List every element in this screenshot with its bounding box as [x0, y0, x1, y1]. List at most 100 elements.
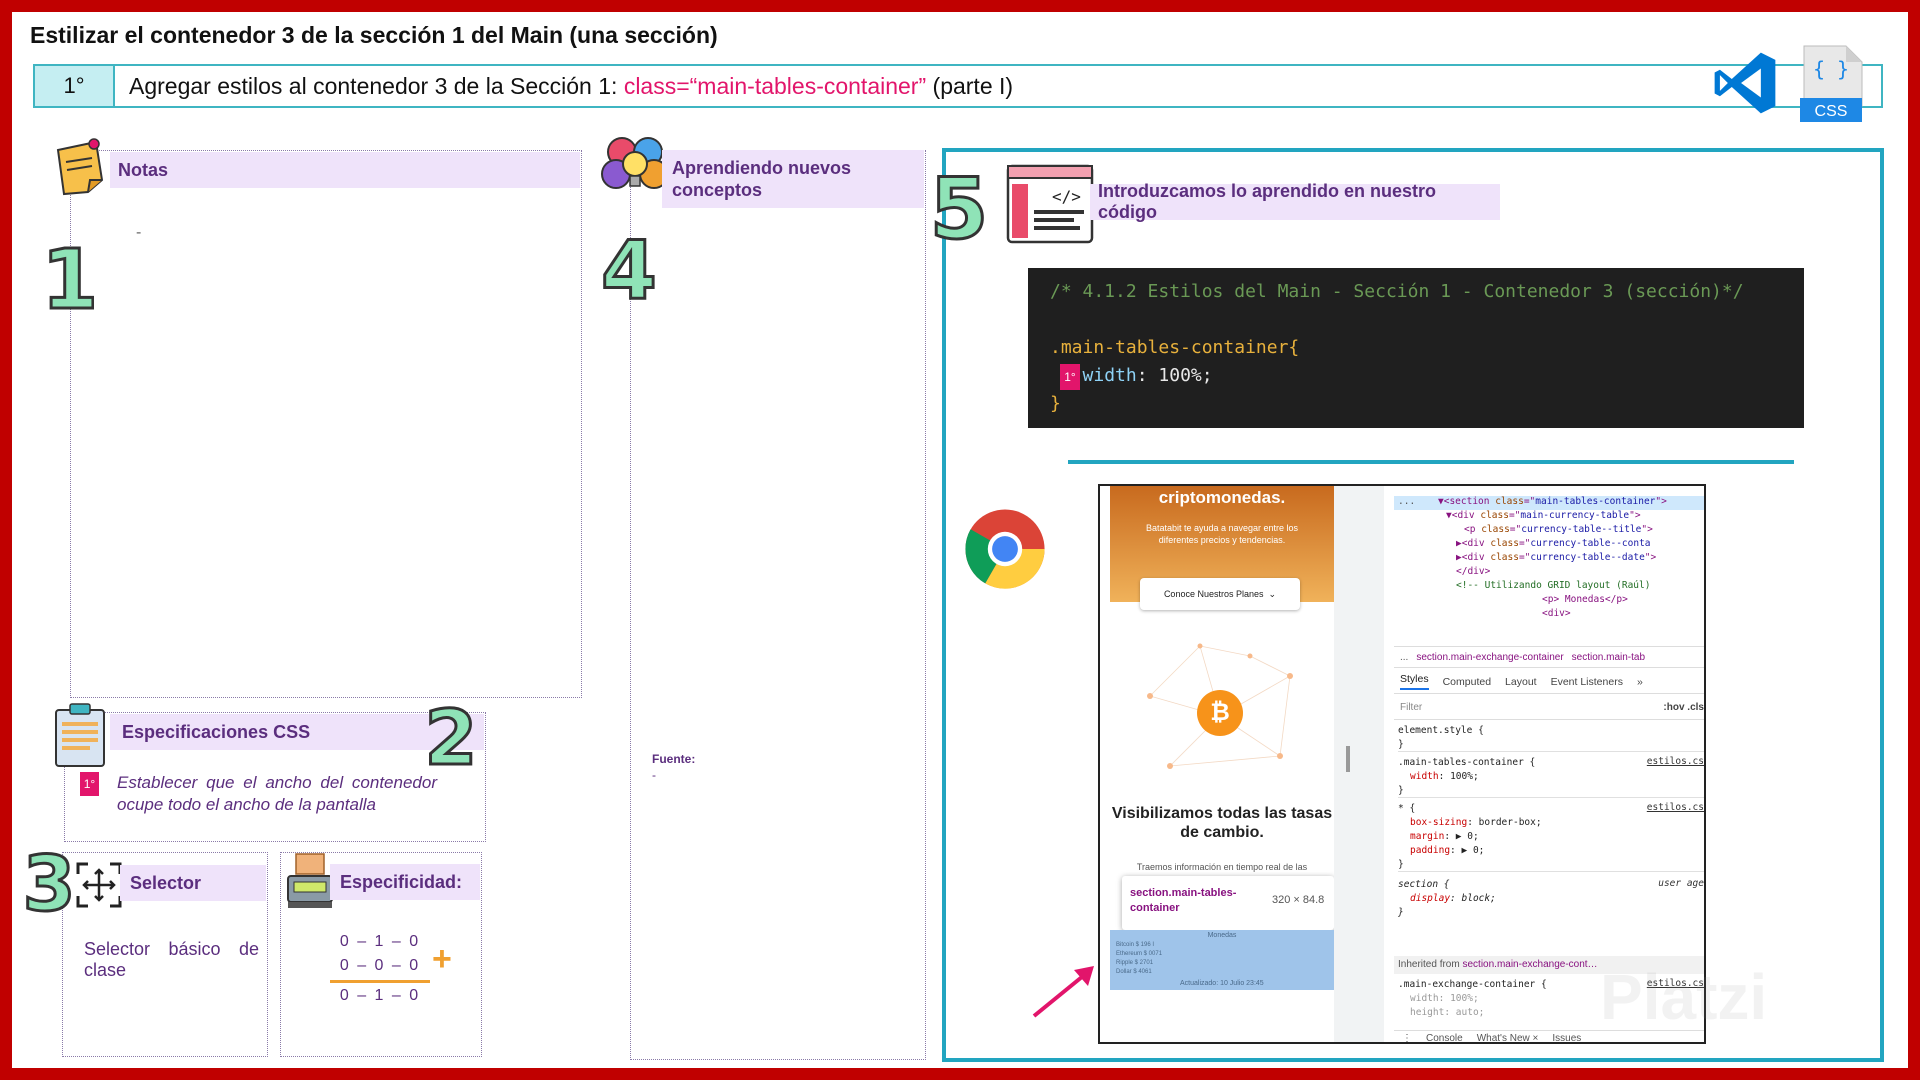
tooltip-size: 320 × 84.8: [1272, 894, 1325, 906]
number-5-badge: 5: [928, 164, 989, 244]
viewport-gutter: [1334, 486, 1384, 1042]
hero-title: criptomonedas.: [1158, 488, 1286, 507]
number-4-badge: 4: [600, 226, 658, 306]
dom-node-p[interactable]: <p class="currency-table--title">: [1464, 524, 1653, 535]
svg-text:3: 3: [24, 842, 74, 916]
devtools-tooltip: section.main-tables-container 320 × 84.8: [1122, 876, 1334, 930]
style-rule: section { user age display: block; }: [1398, 878, 1704, 918]
dom-node-close[interactable]: </div>: [1456, 566, 1490, 577]
dom-node-div[interactable]: ▶<div class="currency-table--date">: [1456, 552, 1656, 563]
code-value: 100%;: [1158, 365, 1213, 386]
dom-node-p-monedas[interactable]: <p> Monedas</p>: [1542, 594, 1628, 605]
svg-text:4: 4: [601, 226, 657, 306]
tab-whats-new[interactable]: What's New ×: [1477, 1033, 1539, 1042]
code-declaration: 1° width: 100%;: [1050, 362, 1782, 390]
exchange-subtitle: Traemos información en tiempo real de la…: [1136, 862, 1308, 872]
breadcrumb-item[interactable]: ...: [1400, 652, 1408, 663]
breadcrumb-item[interactable]: section.main-exchange-container: [1416, 652, 1563, 663]
drawer-menu-icon[interactable]: ⋮: [1402, 1033, 1412, 1042]
code-window-icon: </>: [1006, 164, 1094, 244]
number-2-badge: 2: [423, 698, 479, 770]
currency-table-date: Actualizado: 10 Julio 23:45: [1180, 980, 1264, 987]
plans-button[interactable]: Conoce Nuestros Planes ⌄: [1140, 578, 1300, 610]
number-3-badge: 3: [24, 842, 74, 916]
svg-text:5: 5: [930, 164, 988, 244]
step-number: 1°: [35, 66, 115, 106]
devtools-breadcrumb: ... section.main-exchange-container sect…: [1394, 646, 1704, 668]
tooltip-selector: section.main-tables-container: [1130, 887, 1237, 914]
highlighted-tables-container: Monedas Bitcoin $ 196 I Ethereum $ 0071 …: [1110, 930, 1334, 990]
chrome-logo-icon: [965, 509, 1045, 589]
plus-sign: +: [432, 940, 452, 978]
dom-node-div[interactable]: <div>: [1542, 608, 1571, 619]
tab-issues[interactable]: Issues: [1552, 1033, 1581, 1042]
dom-ellipsis: ...: [1398, 496, 1416, 507]
code-tag-glyph: </>: [1052, 187, 1081, 206]
hero-subtitle: Batatabit te ayuda a navegar entre los d…: [1145, 523, 1299, 545]
slide-title: Estilizar el contenedor 3 de la sección …: [30, 22, 718, 48]
source-value: -: [652, 768, 656, 782]
tab-styles[interactable]: Styles: [1400, 673, 1429, 690]
step-text-suffix: (parte I): [926, 72, 1014, 99]
style-rule: element.style { }: [1398, 724, 1704, 752]
page-preview: criptomonedas. Batatabit te ayuda a nave…: [1110, 486, 1334, 1042]
code-comment: /* 4.1.2 Estilos del Main - Sección 1 - …: [1050, 281, 1744, 302]
tab-console[interactable]: Console: [1426, 1033, 1463, 1042]
specificity-header: Especificidad:: [330, 864, 480, 900]
rule-source-label: user age: [1658, 878, 1704, 889]
hov-cls-toggles[interactable]: :hov .cls: [1663, 702, 1704, 713]
sticky-note-icon: [56, 138, 104, 196]
step-text: Agregar estilos al contenedor 3 de la Se…: [115, 73, 1013, 100]
resize-handle[interactable]: [1346, 746, 1350, 772]
number-1-badge: 1: [46, 238, 94, 318]
pointer-arrow-icon: [1032, 966, 1094, 1018]
dom-node-section[interactable]: ▼<section class="main-tables-container">: [1438, 496, 1667, 507]
step-bar: 1° Agregar estilos al contenedor 3 de la…: [33, 64, 1883, 108]
styles-filter[interactable]: Filter :hov .cls: [1394, 696, 1704, 720]
selector-text: Selector básico de: [84, 939, 259, 959]
more-tabs-icon[interactable]: »: [1637, 676, 1643, 688]
css-spec-text: Establecer que el ancho del contenedor o…: [117, 773, 437, 814]
currency-row: Ethereum $ 0071: [1116, 951, 1163, 957]
step-class-name: class=“main-tables-container”: [623, 72, 927, 99]
code-selector: .main-tables-container{: [1050, 337, 1300, 358]
specificity-row: 0 – 0 – 0: [339, 957, 421, 974]
tab-event-listeners[interactable]: Event Listeners: [1551, 676, 1623, 688]
bitcoin-icon: ₿: [1197, 690, 1243, 736]
brain-lightbulb-icon: [601, 137, 669, 189]
dom-node-div[interactable]: ▼<div class="main-currency-table">: [1446, 510, 1641, 521]
platzi-watermark: Platzi: [1600, 961, 1768, 1033]
style-rule: .main-tables-container { estilos.cs widt…: [1398, 756, 1704, 798]
rule-source-link[interactable]: estilos.cs: [1647, 802, 1704, 813]
code-property: width: [1082, 365, 1137, 386]
css-braces: { }: [1813, 57, 1849, 81]
css-file-icon: { } CSS: [1800, 45, 1863, 122]
notes-header: Notas: [110, 152, 580, 188]
svg-text:1: 1: [46, 238, 94, 318]
currency-row: Ripple $ 2701: [1116, 960, 1154, 966]
exchange-title: Visibilizamos todas las tasas de cambio.: [1111, 805, 1333, 841]
selector-text-cont: clase: [84, 960, 127, 980]
vscode-logo-icon: [1714, 52, 1776, 114]
currency-row: Bitcoin $ 196 I: [1116, 942, 1155, 948]
clipboard-icon: [55, 703, 105, 767]
rule-source-link[interactable]: estilos.cs: [1647, 756, 1704, 767]
dom-comment: <!-- Utilizando GRID layout (Raúl): [1456, 580, 1651, 591]
code-header: Introduzcamos lo aprendido en nuestro có…: [1090, 181, 1500, 222]
specificity-total: 0 – 1 – 0: [339, 987, 421, 1004]
concepts-header: Aprendiendo nuevos conceptos: [662, 150, 924, 208]
sum-line: [330, 980, 430, 983]
specificity-row: 0 – 1 – 0: [339, 933, 421, 950]
source-label: Fuente:: [652, 752, 696, 766]
filter-input[interactable]: Filter: [1400, 702, 1422, 713]
notes-content: -: [136, 224, 142, 241]
plans-button-label: Conoce Nuestros Planes: [1163, 589, 1264, 599]
css-label: CSS: [1815, 103, 1848, 120]
tab-computed[interactable]: Computed: [1443, 676, 1491, 688]
dom-node-div[interactable]: ▶<div class="currency-table--conta: [1456, 538, 1651, 549]
breadcrumb-item[interactable]: section.main-tab: [1572, 652, 1645, 663]
selector-header: Selector: [120, 865, 266, 901]
tab-layout[interactable]: Layout: [1505, 676, 1537, 688]
step-text-main: Agregar estilos al contenedor 3 de la Se…: [129, 72, 624, 99]
